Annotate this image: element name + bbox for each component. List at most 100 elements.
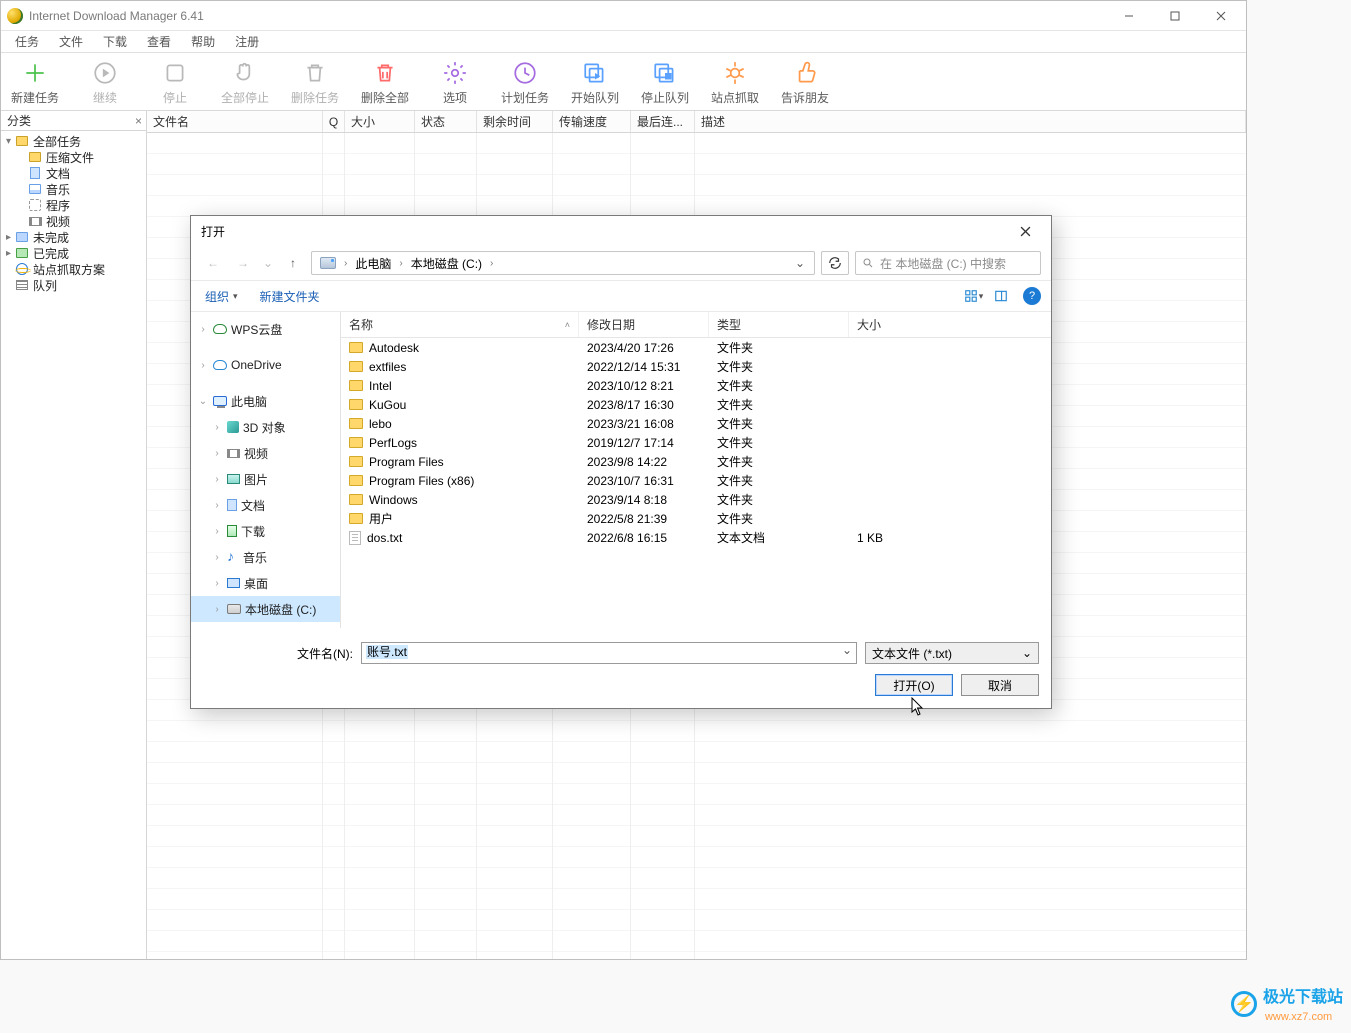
preview-pane-button[interactable] — [987, 285, 1015, 307]
menu-file[interactable]: 文件 — [49, 31, 93, 52]
tb-startqueue[interactable]: 开始队列 — [567, 59, 623, 106]
file-row[interactable]: PerfLogs2019/12/7 17:14文件夹 — [341, 433, 1051, 452]
queue-stop-icon — [651, 59, 679, 87]
menu-register[interactable]: 注册 — [225, 31, 269, 52]
nav-history-dropdown[interactable]: ⌄ — [261, 251, 275, 275]
filename-input[interactable]: 账号.txt ⌄ — [361, 642, 857, 664]
chevron-right-icon[interactable]: › — [398, 258, 403, 269]
help-button[interactable]: ? — [1023, 287, 1041, 305]
dialog-titlebar[interactable]: 打开 — [191, 216, 1051, 246]
nav-music[interactable]: ›♪音乐 — [191, 544, 340, 570]
cancel-button[interactable]: 取消 — [961, 674, 1039, 696]
tree-grabber[interactable]: 站点抓取方案 — [1, 261, 146, 277]
file-row[interactable]: dos.txt2022/6/8 16:15文本文档1 KB — [341, 528, 1051, 547]
tb-grabber[interactable]: 站点抓取 — [707, 59, 763, 106]
file-row[interactable]: 用户2022/5/8 21:39文件夹 — [341, 509, 1051, 528]
maximize-button[interactable] — [1152, 1, 1198, 31]
col-size[interactable]: 大小 — [849, 312, 959, 337]
tree-queue[interactable]: 队列 — [1, 277, 146, 293]
nav-desktop[interactable]: ›桌面 — [191, 570, 340, 596]
file-row[interactable]: KuGou2023/8/17 16:30文件夹 — [341, 395, 1051, 414]
col-state[interactable]: 状态 — [415, 111, 477, 132]
tree-all[interactable]: ▾全部任务 — [1, 133, 146, 149]
tree-doc[interactable]: 文档 — [1, 165, 146, 181]
category-tree[interactable]: ▾全部任务 压缩文件 文档 音乐 程序 视频 ▸未完成 ▸已完成 站点抓取方案 … — [1, 131, 146, 295]
nav-downloads[interactable]: ›下载 — [191, 518, 340, 544]
tree-zip[interactable]: 压缩文件 — [1, 149, 146, 165]
menu-tasks[interactable]: 任务 — [5, 31, 49, 52]
tree-music[interactable]: 音乐 — [1, 181, 146, 197]
tb-tell[interactable]: 告诉朋友 — [777, 59, 833, 106]
col-date[interactable]: 修改日期 — [579, 312, 709, 337]
col-type[interactable]: 类型 — [709, 312, 849, 337]
address-bar[interactable]: › 此电脑 › 本地磁盘 (C:) › ⌄ — [311, 251, 815, 275]
tree-video[interactable]: 视频 — [1, 213, 146, 229]
dialog-close-button[interactable] — [1005, 217, 1045, 245]
tb-stopall[interactable]: 全部停止 — [217, 59, 273, 106]
file-row[interactable]: Intel2023/10/12 8:21文件夹 — [341, 376, 1051, 395]
nav-forward-button[interactable]: → — [231, 251, 255, 275]
filename-dropdown[interactable]: ⌄ — [842, 643, 852, 657]
col-eta[interactable]: 剩余时间 — [477, 111, 553, 132]
refresh-button[interactable] — [821, 251, 849, 275]
organize-menu[interactable]: 组织 ▾ — [201, 286, 242, 307]
chevron-right-icon[interactable]: › — [343, 258, 348, 269]
new-folder-button[interactable]: 新建文件夹 — [260, 288, 320, 305]
file-row[interactable]: lebo2023/3/21 16:08文件夹 — [341, 414, 1051, 433]
titlebar[interactable]: Internet Download Manager 6.41 — [1, 1, 1246, 31]
tree-finished[interactable]: ▸已完成 — [1, 245, 146, 261]
nav-diskc[interactable]: ›本地磁盘 (C:) — [191, 596, 340, 622]
col-name[interactable]: 名称˄ — [341, 312, 579, 337]
nav-back-button[interactable]: ← — [201, 251, 225, 275]
nav-video[interactable]: ›视频 — [191, 440, 340, 466]
close-panel-icon[interactable]: × — [135, 114, 142, 128]
download-columns[interactable]: 文件名 Q 大小 状态 剩余时间 传输速度 最后连... 描述 — [147, 111, 1246, 133]
file-row[interactable]: Program Files2023/9/8 14:22文件夹 — [341, 452, 1051, 471]
col-desc[interactable]: 描述 — [695, 111, 1246, 132]
nav-tree[interactable]: ›WPS云盘 ›OneDrive ⌄此电脑 ›3D 对象 ›视频 ›图片 ›文档… — [191, 312, 341, 628]
search-input[interactable]: 在 本地磁盘 (C:) 中搜索 — [855, 251, 1041, 275]
close-button[interactable] — [1198, 1, 1244, 31]
tb-delete[interactable]: 删除任务 — [287, 59, 343, 106]
tree-prog[interactable]: 程序 — [1, 197, 146, 213]
menu-help[interactable]: 帮助 — [181, 31, 225, 52]
file-row[interactable]: Autodesk2023/4/20 17:26文件夹 — [341, 338, 1051, 357]
textfile-icon — [349, 531, 361, 545]
tb-deleteall[interactable]: 删除全部 — [357, 59, 413, 106]
tree-unfinished[interactable]: ▸未完成 — [1, 229, 146, 245]
menu-downloads[interactable]: 下载 — [93, 31, 137, 52]
filetype-filter[interactable]: 文本文件 (*.txt)⌄ — [865, 642, 1039, 664]
tb-resume[interactable]: 继续 — [77, 59, 133, 106]
tb-stopqueue[interactable]: 停止队列 — [637, 59, 693, 106]
nav-pictures[interactable]: ›图片 — [191, 466, 340, 492]
nav-onedrive[interactable]: ›OneDrive — [191, 352, 340, 378]
file-list-header[interactable]: 名称˄ 修改日期 类型 大小 — [341, 312, 1051, 338]
col-last[interactable]: 最后连... — [631, 111, 695, 132]
nav-docs[interactable]: ›文档 — [191, 492, 340, 518]
file-row[interactable]: extfiles2022/12/14 15:31文件夹 — [341, 357, 1051, 376]
file-row[interactable]: Windows2023/9/14 8:18文件夹 — [341, 490, 1051, 509]
nav-up-button[interactable]: ↑ — [281, 251, 305, 275]
col-queue[interactable]: Q — [323, 111, 345, 132]
tb-schedule[interactable]: 计划任务 — [497, 59, 553, 106]
crumb-disk[interactable]: 本地磁盘 (C:) — [407, 255, 486, 272]
nav-wps[interactable]: ›WPS云盘 — [191, 316, 340, 342]
search-icon — [862, 257, 874, 269]
view-mode-button[interactable]: ▾ — [959, 285, 987, 307]
menu-view[interactable]: 查看 — [137, 31, 181, 52]
col-size[interactable]: 大小 — [345, 111, 415, 132]
col-filename[interactable]: 文件名 — [147, 111, 323, 132]
tb-new[interactable]: 新建任务 — [7, 59, 63, 106]
col-speed[interactable]: 传输速度 — [553, 111, 631, 132]
nav-3d[interactable]: ›3D 对象 — [191, 414, 340, 440]
address-dropdown[interactable]: ⌄ — [790, 256, 810, 270]
file-rows[interactable]: Autodesk2023/4/20 17:26文件夹extfiles2022/1… — [341, 338, 1051, 628]
tb-options[interactable]: 选项 — [427, 59, 483, 106]
nav-thispc[interactable]: ⌄此电脑 — [191, 388, 340, 414]
chevron-right-icon[interactable]: › — [489, 258, 494, 269]
minimize-button[interactable] — [1106, 1, 1152, 31]
tb-stop[interactable]: 停止 — [147, 59, 203, 106]
file-row[interactable]: Program Files (x86)2023/10/7 16:31文件夹 — [341, 471, 1051, 490]
open-button[interactable]: 打开(O) — [875, 674, 953, 696]
crumb-pc[interactable]: 此电脑 — [351, 255, 395, 272]
